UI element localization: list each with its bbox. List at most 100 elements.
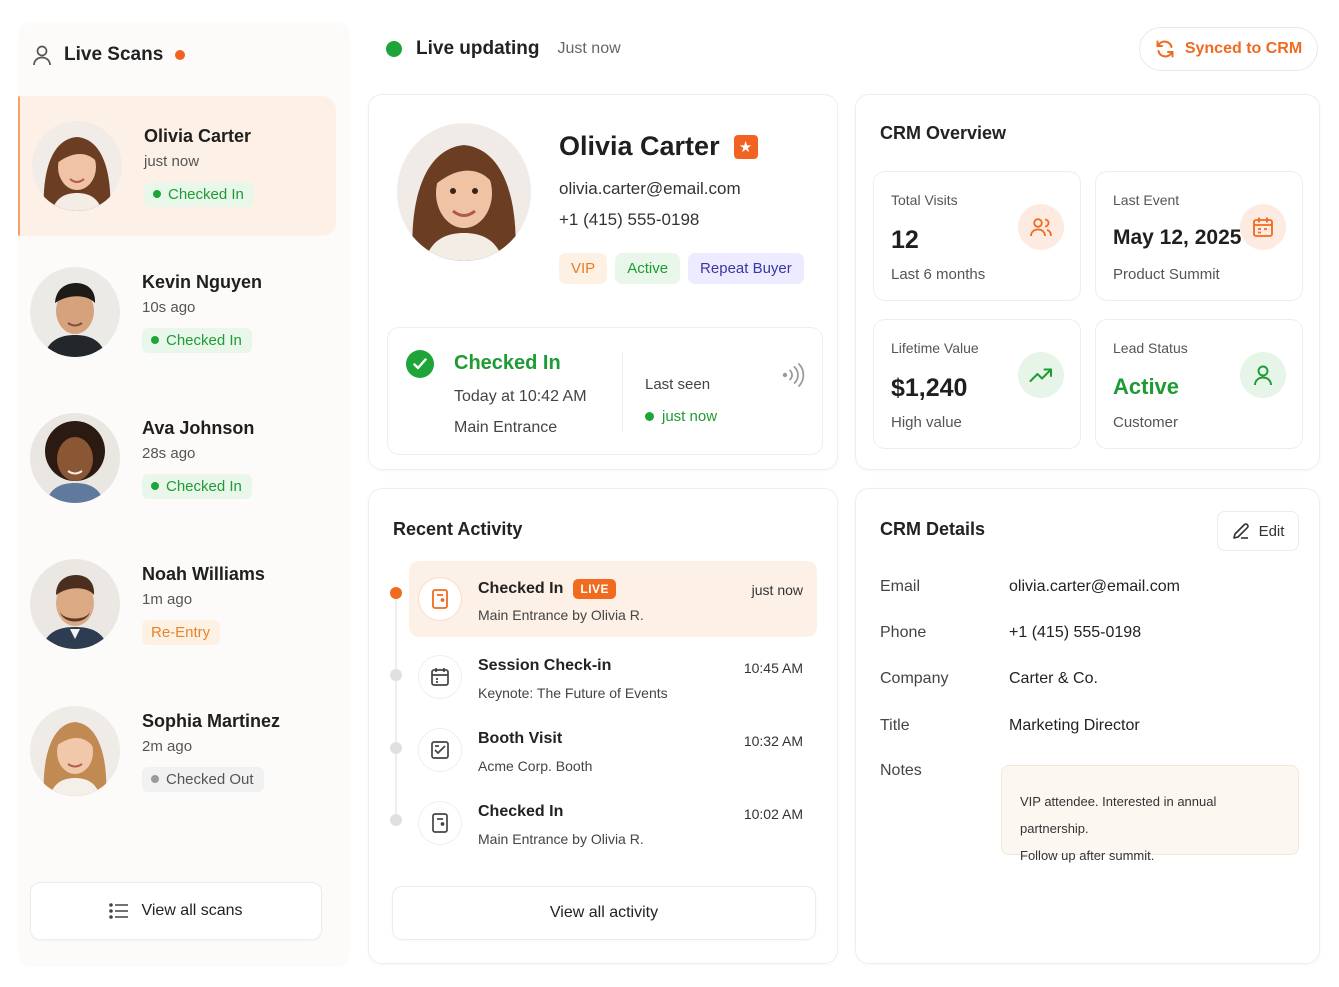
- scan-time: 10s ago: [142, 298, 196, 316]
- activity-subtitle: Keynote: The Future of Events: [478, 685, 668, 701]
- stat-label: Lifetime Value: [891, 340, 979, 356]
- profile-phone: +1 (415) 555-0198: [559, 210, 700, 229]
- scan-time: 2m ago: [142, 737, 193, 755]
- avatar: [32, 121, 122, 211]
- edit-button[interactable]: Edit: [1217, 511, 1299, 551]
- status-badge: Checked Out: [142, 766, 264, 792]
- checkin-time: Today at 10:42 AM: [454, 388, 587, 405]
- activity-time: 10:32 AM: [743, 733, 803, 749]
- activity-item[interactable]: Checked In LIVE Main Entrance by Olivia R…: [409, 561, 817, 637]
- users-icon: [1018, 204, 1064, 250]
- status-badge: Checked In: [144, 181, 254, 207]
- list-icon: [109, 903, 129, 919]
- tag-active: Active: [615, 253, 681, 284]
- stat-label: Last Event: [1113, 192, 1180, 208]
- timeline-line: [395, 591, 397, 821]
- scan-item-noah-williams[interactable]: Noah Williams 1m ago Re-Entry: [18, 534, 336, 674]
- activity-subtitle: Acme Corp. Booth: [478, 758, 593, 774]
- stat-label: Lead Status: [1113, 340, 1188, 356]
- detail-value-title: Marketing Director: [1009, 717, 1140, 734]
- sync-icon: [1156, 40, 1174, 58]
- recent-activity-card: Recent Activity Checked In LIVE Main Entr…: [368, 488, 838, 964]
- detail-value-email: olivia.carter@email.com: [1009, 578, 1180, 595]
- status-badge: Checked In: [142, 473, 252, 499]
- attendee-profile-card: Olivia Carter ★ olivia.carter@email.com …: [368, 94, 838, 470]
- avatar: [30, 413, 120, 503]
- activity-time: 10:45 AM: [743, 660, 803, 676]
- checkin-status-box: Checked In Today at 10:42 AM Main Entran…: [387, 327, 823, 455]
- live-updating-label: Live updating: [416, 38, 540, 59]
- scan-time: 1m ago: [142, 590, 193, 608]
- scan-time: just now: [144, 152, 200, 170]
- door-icon: [418, 577, 462, 621]
- activity-title: Checked In: [478, 803, 564, 820]
- stat-sub: Product Summit: [1113, 266, 1220, 283]
- profile-email: olivia.carter@email.com: [559, 179, 741, 198]
- profile-tags: VIP Active Repeat Buyer: [559, 253, 804, 284]
- timeline-dot: [390, 669, 402, 681]
- tag-repeat-buyer: Repeat Buyer: [688, 253, 804, 284]
- notes-field[interactable]: VIP attendee. Interested in annual partn…: [1001, 765, 1299, 863]
- view-all-activity-button[interactable]: View all activity: [392, 886, 816, 940]
- detail-value-phone: +1 (415) 555-0198: [1009, 624, 1142, 641]
- live-status-bar: Live updating Just now: [386, 34, 621, 64]
- last-seen-label: Last seen: [645, 376, 711, 393]
- activity-item[interactable]: Session Check-in Keynote: The Future of …: [409, 639, 817, 715]
- stat-value: $1,240: [891, 374, 968, 402]
- stat-value: May 12, 2025: [1113, 226, 1242, 249]
- door-icon: [418, 801, 462, 845]
- detail-label-notes: Notes: [880, 762, 922, 779]
- last-seen-value: just now: [645, 408, 717, 425]
- stat-sub: Last 6 months: [891, 266, 986, 283]
- stat-lifetime-value: Lifetime Value $1,240 High value: [873, 319, 1081, 449]
- stat-total-visits: Total Visits 12 Last 6 months: [873, 171, 1081, 301]
- scan-item-ava-johnson[interactable]: Ava Johnson 28s ago Checked In: [18, 388, 336, 528]
- activity-subtitle: Main Entrance by Olivia R.: [478, 831, 644, 847]
- notes-line: VIP attendee. Interested in annual partn…: [1020, 794, 1217, 836]
- avatar: [30, 267, 120, 357]
- crm-details-title: CRM Details: [880, 519, 986, 539]
- profile-name: Olivia Carter: [559, 131, 720, 161]
- sidebar-title: Live Scans: [64, 44, 164, 65]
- live-badge: LIVE: [573, 579, 617, 599]
- check-circle-icon: [406, 350, 434, 378]
- detail-label-company: Company: [880, 670, 949, 687]
- scan-name: Sophia Martinez: [142, 710, 281, 731]
- recent-activity-title: Recent Activity: [393, 519, 523, 539]
- stat-value: Active: [1113, 374, 1180, 399]
- checkin-location: Main Entrance: [454, 419, 558, 436]
- user-icon: [1240, 352, 1286, 398]
- scan-item-kevin-nguyen[interactable]: Kevin Nguyen 10s ago Checked In: [18, 242, 336, 382]
- synced-to-crm-button[interactable]: Synced to CRM: [1139, 27, 1318, 71]
- activity-item[interactable]: Booth Visit Acme Corp. Booth 10:32 AM: [409, 712, 817, 788]
- activity-item[interactable]: Checked In Main Entrance by Olivia R. 10…: [409, 785, 817, 861]
- profile-avatar: [397, 123, 531, 261]
- sidebar-header: Live Scans: [32, 40, 186, 70]
- view-all-scans-button[interactable]: View all scans: [30, 882, 322, 940]
- detail-value-company: Carter & Co.: [1009, 670, 1098, 687]
- live-status-dot: [386, 41, 402, 57]
- detail-label-email: Email: [880, 578, 921, 595]
- nfc-signal-icon: [782, 363, 805, 387]
- stat-last-event: Last Event May 12, 2025 Product Summit: [1095, 171, 1303, 301]
- star-icon: ★: [733, 134, 758, 159]
- scan-name: Olivia Carter: [144, 125, 252, 146]
- crm-overview-card: CRM Overview Total Visits 12 Last 6 mont…: [855, 94, 1320, 470]
- calendar-check-icon: [418, 655, 462, 699]
- synced-label: Synced to CRM: [1184, 40, 1303, 57]
- view-all-scans-label: View all scans: [141, 902, 243, 919]
- avatar: [30, 559, 120, 649]
- user-icon: [33, 45, 51, 66]
- status-badge: Re-Entry: [142, 619, 221, 645]
- live-indicator-dot: [175, 50, 186, 60]
- crm-overview-title: CRM Overview: [880, 123, 1007, 143]
- detail-label-phone: Phone: [880, 624, 927, 641]
- detail-label-title: Title: [880, 717, 910, 734]
- scan-item-olivia-carter[interactable]: Olivia Carter just now Checked In: [18, 96, 336, 236]
- trending-up-icon: [1018, 352, 1064, 398]
- timeline-dot: [390, 814, 402, 826]
- stat-sub: High value: [891, 414, 962, 431]
- timeline-dot: [390, 587, 402, 599]
- scan-item-sophia-martinez[interactable]: Sophia Martinez 2m ago Checked Out: [18, 681, 336, 821]
- booth-icon: [418, 728, 462, 772]
